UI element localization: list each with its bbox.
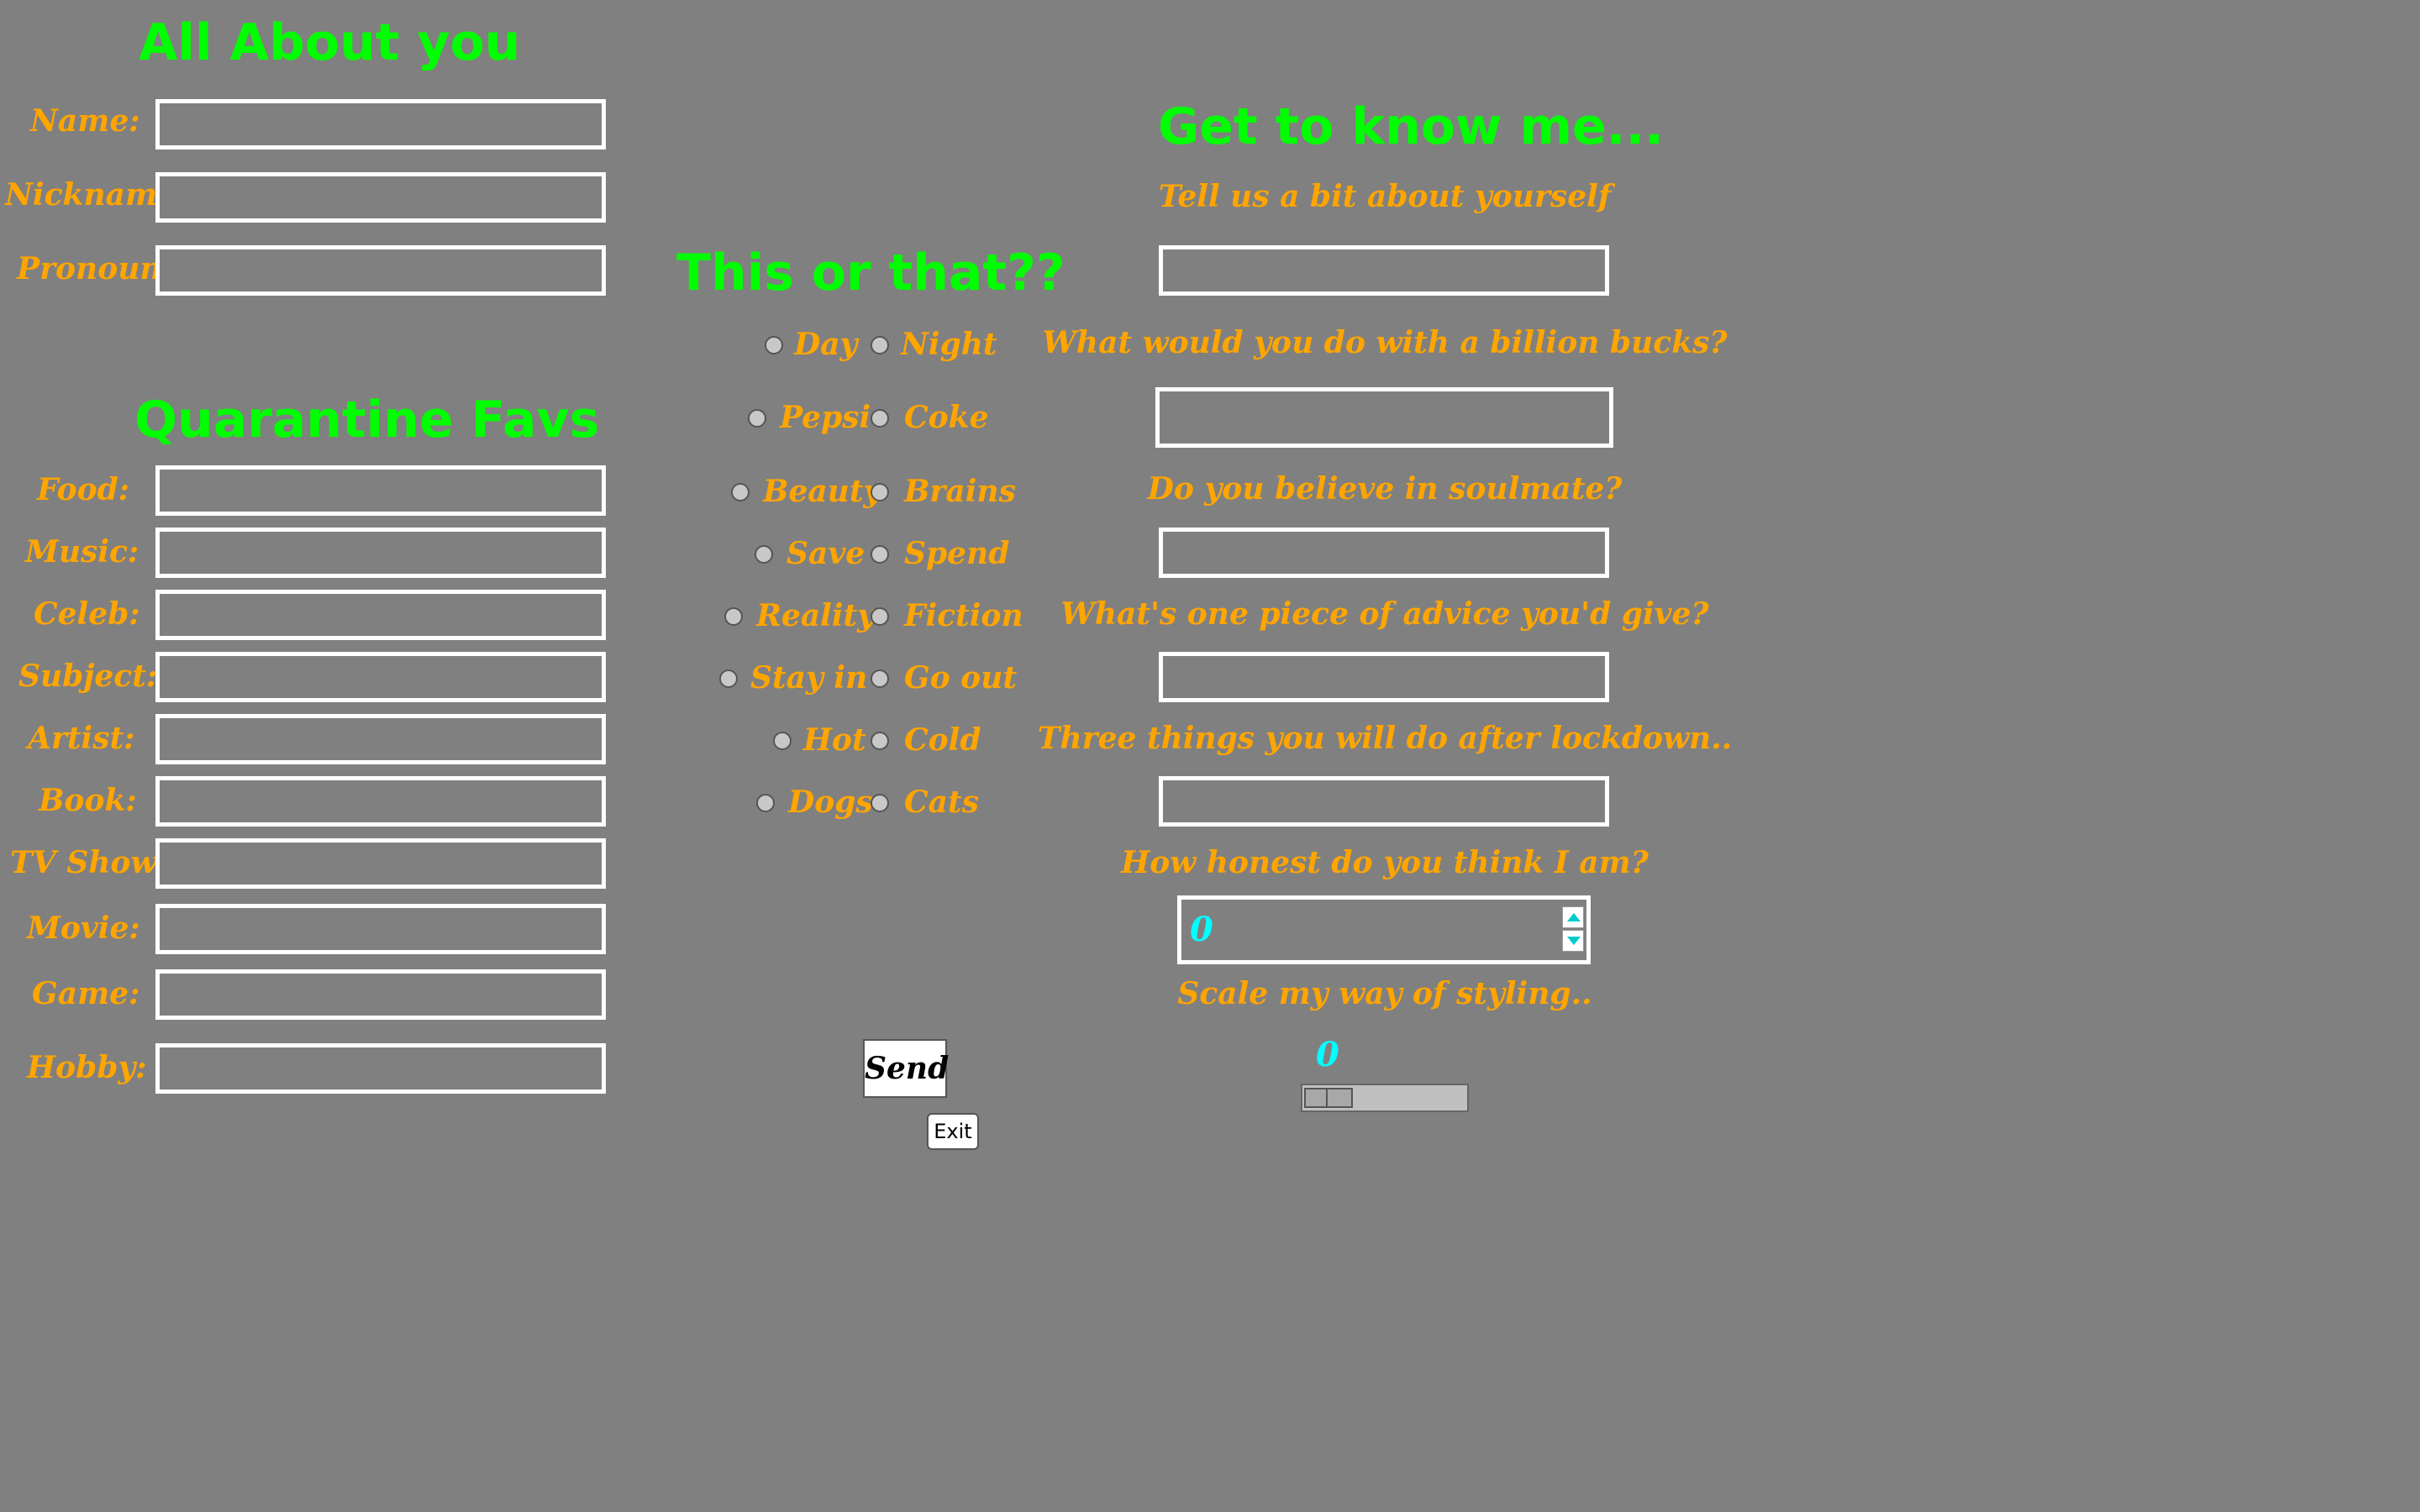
lockdown-field[interactable] bbox=[1159, 776, 1609, 827]
styling-scale-handle[interactable] bbox=[1304, 1088, 1353, 1108]
honesty-value: 0 bbox=[1190, 910, 1213, 949]
lockdown-question: Three things you will do after lockdown.… bbox=[1037, 721, 1733, 756]
billion-bucks-field[interactable] bbox=[1155, 387, 1613, 448]
send-button-label: Send bbox=[865, 1051, 950, 1086]
spend-radio[interactable] bbox=[871, 545, 889, 564]
book-field[interactable] bbox=[155, 776, 606, 827]
cold-label: Cold bbox=[904, 722, 981, 758]
music-field[interactable] bbox=[155, 528, 606, 578]
fiction-label: Fiction bbox=[904, 598, 1023, 633]
day-radio[interactable] bbox=[765, 336, 783, 354]
artist-label: Artist: bbox=[28, 721, 135, 756]
hot-radio[interactable] bbox=[773, 732, 792, 750]
food-label: Food: bbox=[37, 472, 130, 507]
advice-question: What's one piece of advice you'd give? bbox=[1060, 596, 1709, 632]
food-field[interactable] bbox=[155, 465, 606, 516]
game-label: Game: bbox=[32, 976, 140, 1011]
brains-radio[interactable] bbox=[871, 483, 889, 501]
music-label: Music: bbox=[25, 534, 139, 570]
beauty-label: Beauty bbox=[763, 474, 881, 509]
subject-label: Subject: bbox=[18, 659, 158, 694]
cats-label: Cats bbox=[904, 785, 979, 820]
movie-field[interactable] bbox=[155, 904, 606, 954]
beauty-radio[interactable] bbox=[731, 483, 750, 501]
quarantine-favs-heading: Quarantine Favs bbox=[134, 391, 600, 449]
spin-up-button[interactable] bbox=[1562, 906, 1584, 928]
spend-label: Spend bbox=[904, 536, 1010, 571]
name-field[interactable] bbox=[155, 99, 606, 150]
hot-label: Hot bbox=[803, 722, 866, 758]
soulmate-field[interactable] bbox=[1159, 528, 1609, 578]
stay-in-radio[interactable] bbox=[719, 669, 738, 688]
night-radio[interactable] bbox=[871, 336, 889, 354]
soulmate-question: Do you believe in soulmate? bbox=[1147, 471, 1623, 507]
pepsi-radio[interactable] bbox=[748, 409, 766, 428]
about-yourself-field[interactable] bbox=[1159, 245, 1609, 296]
pepsi-label: Pepsi bbox=[780, 400, 871, 435]
all-about-you-heading: All About you bbox=[139, 13, 521, 72]
about-yourself-question: Tell us a bit about yourself bbox=[1158, 179, 1612, 214]
grip-icon bbox=[1326, 1089, 1328, 1106]
dogs-radio[interactable] bbox=[756, 794, 775, 812]
dogs-label: Dogs bbox=[788, 785, 873, 820]
stay-in-label: Stay in bbox=[750, 660, 868, 696]
nickname-field[interactable] bbox=[155, 172, 606, 223]
honesty-question: How honest do you think I am? bbox=[1121, 845, 1649, 880]
movie-label: Movie: bbox=[27, 911, 140, 946]
exit-button[interactable]: Exit bbox=[927, 1113, 979, 1150]
advice-field[interactable] bbox=[1159, 652, 1609, 702]
game-field[interactable] bbox=[155, 969, 606, 1020]
cats-radio[interactable] bbox=[871, 794, 889, 812]
chevron-up-icon bbox=[1567, 913, 1581, 921]
book-label: Book: bbox=[39, 783, 137, 818]
send-button[interactable]: Send bbox=[863, 1039, 950, 1098]
name-label: Name: bbox=[30, 103, 140, 139]
pronoun-field[interactable] bbox=[155, 245, 606, 296]
honesty-spinbox[interactable]: 0 bbox=[1177, 895, 1591, 964]
coke-radio[interactable] bbox=[871, 409, 889, 428]
tv-show-field[interactable] bbox=[155, 838, 606, 889]
go-out-label: Go out bbox=[904, 660, 1018, 696]
fiction-radio[interactable] bbox=[871, 607, 889, 626]
night-label: Night bbox=[901, 327, 997, 362]
celeb-field[interactable] bbox=[155, 590, 606, 640]
subject-field[interactable] bbox=[155, 652, 606, 702]
this-or-that-heading: This or that?? bbox=[676, 244, 1065, 302]
coke-label: Coke bbox=[904, 400, 989, 435]
billion-bucks-question: What would you do with a billion bucks? bbox=[1042, 325, 1728, 360]
cold-radio[interactable] bbox=[871, 732, 889, 750]
spin-down-button[interactable] bbox=[1562, 930, 1584, 952]
save-label: Save bbox=[786, 536, 865, 571]
go-out-radio[interactable] bbox=[871, 669, 889, 688]
hobby-label: Hobby: bbox=[27, 1050, 147, 1085]
artist-field[interactable] bbox=[155, 714, 606, 764]
styling-value: 0 bbox=[1316, 1035, 1339, 1074]
reality-radio[interactable] bbox=[724, 607, 743, 626]
day-label: Day bbox=[794, 327, 858, 362]
styling-question: Scale my way of styling.. bbox=[1177, 976, 1592, 1011]
celeb-label: Celeb: bbox=[34, 596, 140, 632]
chevron-down-icon bbox=[1567, 937, 1581, 945]
hobby-field[interactable] bbox=[155, 1043, 606, 1094]
reality-label: Reality bbox=[756, 598, 876, 633]
tv-show-label: TV Show: bbox=[10, 845, 168, 880]
get-to-know-me-heading: Get to know me... bbox=[1158, 97, 1665, 156]
styling-scale-track[interactable] bbox=[1301, 1084, 1469, 1112]
save-radio[interactable] bbox=[755, 545, 773, 564]
brains-label: Brains bbox=[904, 474, 1016, 509]
pronoun-label: Pronoun: bbox=[17, 251, 173, 286]
exit-button-label: Exit bbox=[934, 1120, 972, 1143]
